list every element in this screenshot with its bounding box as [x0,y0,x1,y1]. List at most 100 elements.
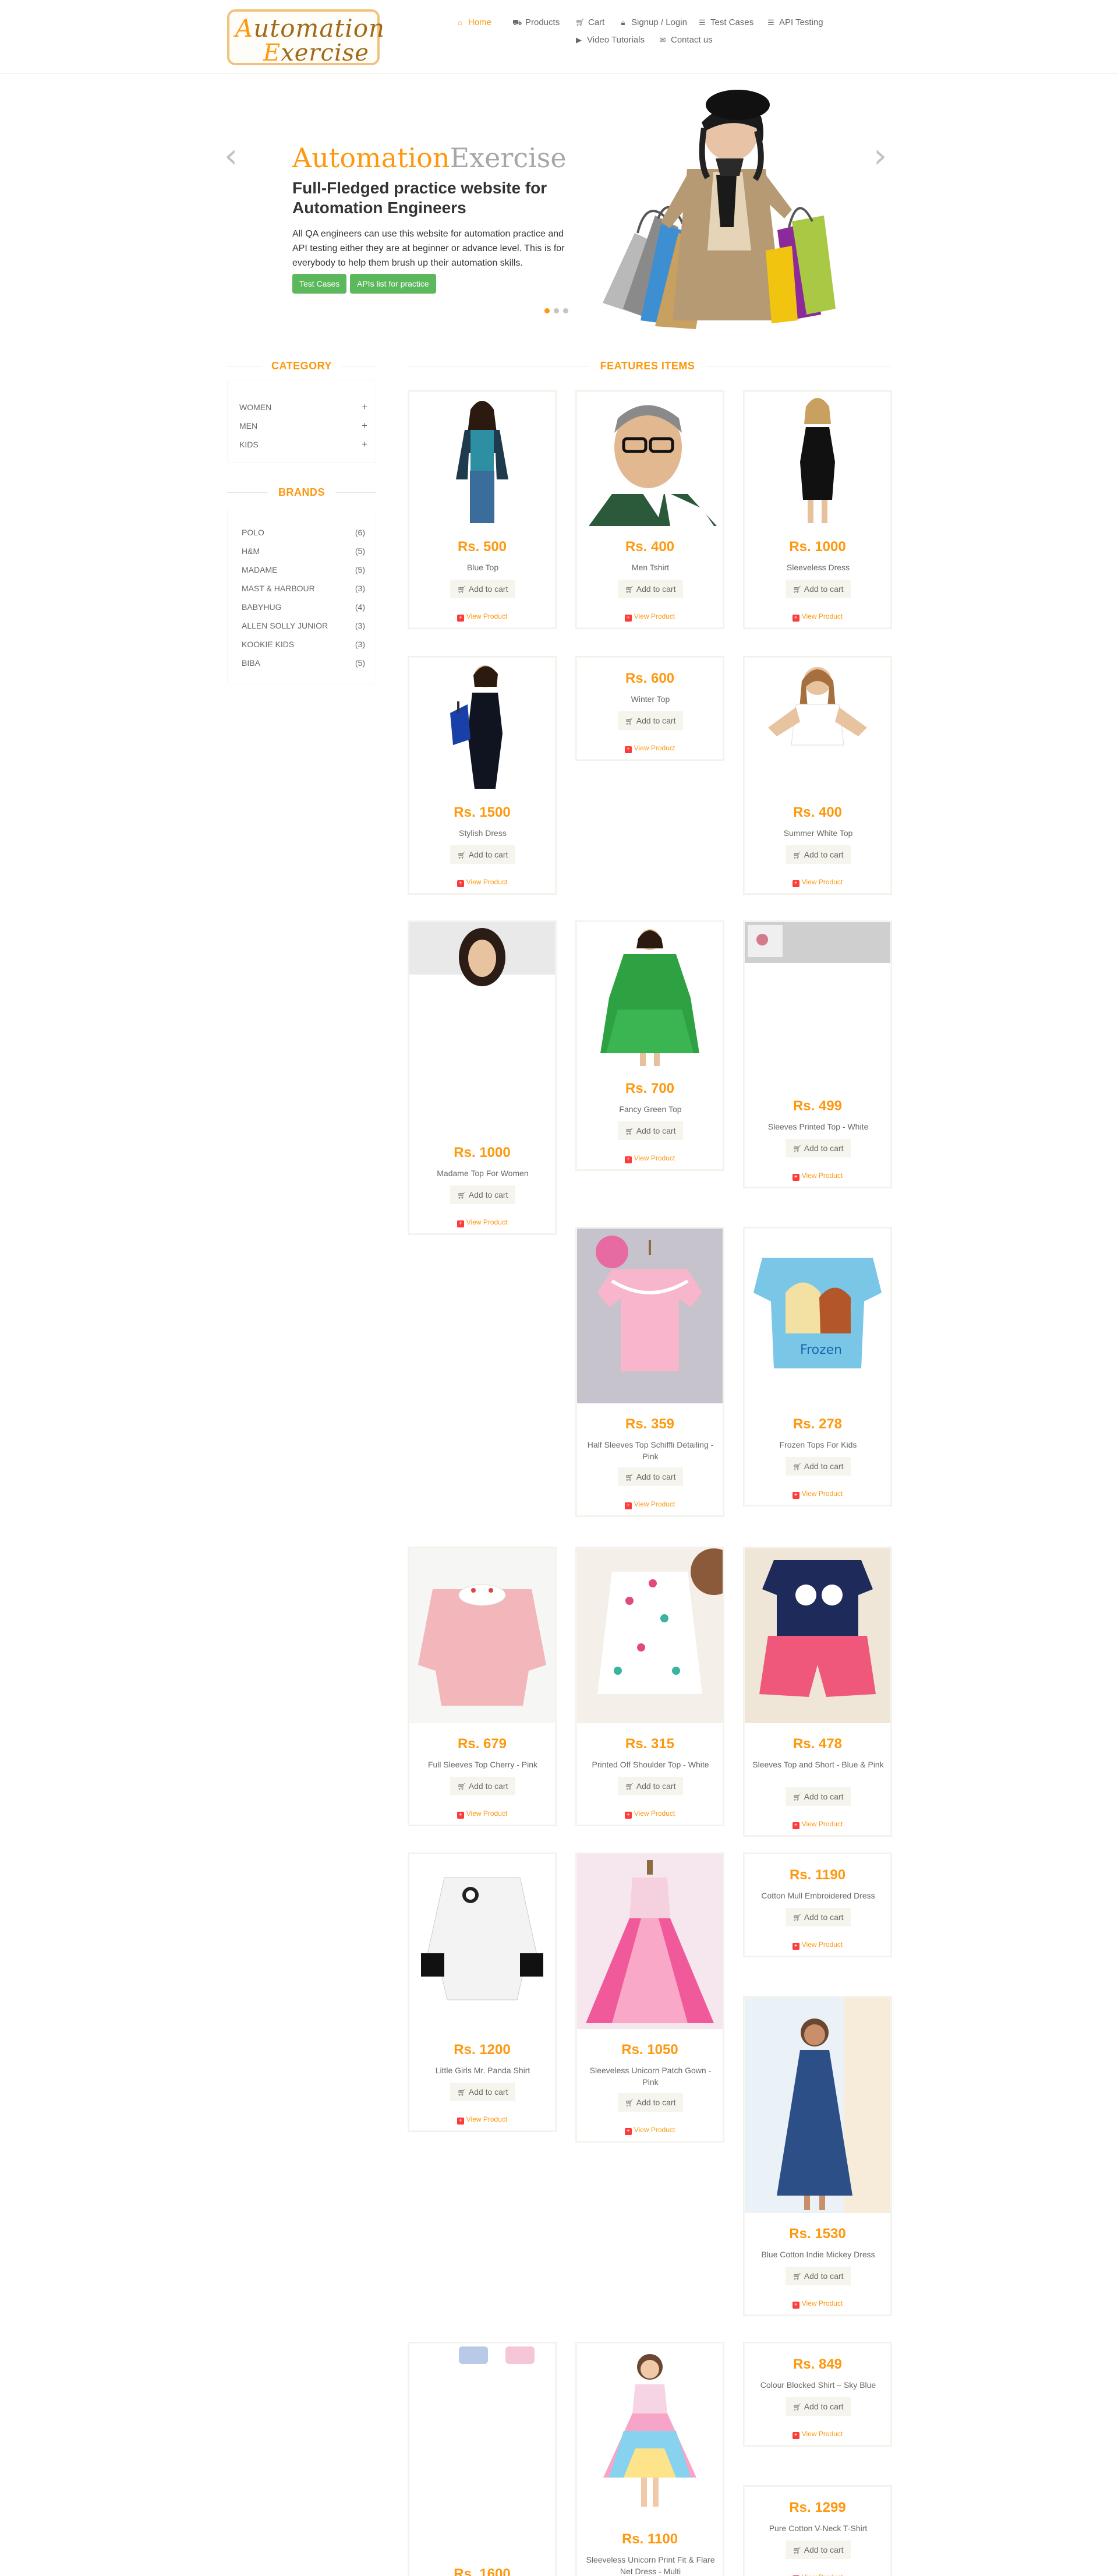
brand-babyhug[interactable]: BABYHUG (4) [242,602,365,612]
list-icon: ☰ [767,18,774,27]
product-name: Summer White Top [783,828,853,838]
view-product-link[interactable]: +View Product [409,878,555,887]
view-product-link[interactable]: +View Product [409,1218,555,1227]
add-to-cart-button[interactable]: 🛒︎ Add to cart [450,845,515,864]
add-to-cart-button[interactable]: 🛒︎ Add to cart [786,1908,851,1926]
category-kids[interactable]: KIDS + [239,439,367,450]
view-product-link[interactable]: +View Product [745,878,890,887]
view-product-link[interactable]: +View Product [745,1940,890,1950]
nav-api-testing[interactable]: ☰ API Testing [766,17,823,27]
nav-cart[interactable]: 🛒︎ Cart [575,17,604,27]
apis-list-button[interactable]: APIs list for practice [350,274,436,294]
product-image [577,922,723,1068]
slider-prev-arrow[interactable]: ‹ [224,139,238,172]
product-card: Rs. 1100 Sleeveless Unicorn Print Fit & F… [576,2343,723,2576]
category-women[interactable]: WOMEN + [239,401,367,413]
plus-square-icon: + [792,1943,799,1950]
brand-biba[interactable]: BIBA (5) [242,658,365,668]
view-product-link[interactable]: +View Product [745,1820,890,1829]
view-product-link[interactable]: +View Product [745,2299,890,2309]
product-name: Sleeves Top and Short - Blue & Pink [752,1760,884,1769]
view-product-link[interactable]: +View Product [745,1171,890,1181]
add-to-cart-button[interactable]: 🛒︎ Add to cart [618,711,683,730]
view-product-link[interactable]: +View Product [409,612,555,622]
add-to-cart-button[interactable]: 🛒︎ Add to cart [618,1467,683,1486]
product-price: Rs. 478 [792,1736,843,1752]
add-to-cart-button[interactable]: 🛒︎ Add to cart [786,580,851,598]
add-to-cart-button[interactable]: 🛒︎ Add to cart [618,1121,683,1140]
slider-dot[interactable] [563,308,568,313]
add-to-cart-button[interactable]: 🛒︎ Add to cart [618,2093,683,2112]
view-product-link[interactable]: +View Product [577,2126,723,2135]
plus-icon[interactable]: + [362,420,367,432]
product-card: Rs. 1050 Sleeveless Unicorn Patch Gown - … [576,1854,723,2141]
cart-icon: 🛒︎ [792,2546,802,2554]
brand-allen-solly-junior[interactable]: ALLEN SOLLY JUNIOR (3) [242,621,365,630]
test-cases-button[interactable]: Test Cases [292,274,347,294]
cart-icon: 🛒︎ [625,1783,634,1791]
add-to-cart-button[interactable]: 🛒︎ Add to cart [450,1777,515,1795]
category-men[interactable]: MEN + [239,420,367,432]
cart-icon: 🛒︎ [792,2272,802,2281]
product-price: Rs. 1050 [621,2042,678,2058]
view-product-link[interactable]: +View Product [409,2115,555,2125]
view-product-link[interactable]: +View Product [745,612,890,622]
product-image [577,2344,723,2518]
product-image: Frozen [745,1229,890,1403]
view-product-link[interactable]: +View Product [745,1490,890,1499]
slider-dot[interactable] [554,308,559,313]
plus-icon[interactable]: + [362,401,367,413]
add-to-cart-button[interactable]: 🛒︎ Add to cart [786,2397,851,2416]
product-price: Rs. 1500 [454,804,511,820]
add-to-cart-button[interactable]: 🛒︎ Add to cart [786,2540,851,2559]
add-to-cart-button[interactable]: 🛒︎ Add to cart [618,580,683,598]
product-price: Rs. 1190 [789,1867,846,1883]
brand-hm[interactable]: H&M (5) [242,546,365,556]
logo-text: xercise [281,40,369,66]
features-items-title: FEATURES ITEMS [600,360,695,372]
nav-test-cases[interactable]: ☰ Test Cases [698,17,753,27]
product-name: Sleeveless Unicorn Print Fit & Flare Net… [586,2555,715,2576]
nav-contact-us[interactable]: ✉ Contact us [658,35,713,45]
view-product-link[interactable]: +View Product [577,1500,723,1509]
brand-mast-harbour[interactable]: MAST & HARBOUR (3) [242,584,365,593]
product-name: Stylish Dress [459,828,507,838]
nav-home[interactable]: ⌂ Home [455,17,491,27]
view-product-link[interactable]: +View Product [577,1809,723,1819]
view-product-link[interactable]: +View Product [577,612,723,622]
add-to-cart-button[interactable]: 🛒︎ Add to cart [786,845,851,864]
list-icon: ☰ [699,18,706,27]
add-to-cart-button[interactable]: 🛒︎ Add to cart [786,2267,851,2285]
add-to-cart-button[interactable]: 🛒︎ Add to cart [618,1777,683,1795]
view-product-link[interactable]: +View Product [577,744,723,753]
nav-products[interactable]: ⛟ Products [512,17,560,29]
view-product-link[interactable]: +View Product [409,1809,555,1819]
view-product-link[interactable]: +View Product [577,1154,723,1163]
slider-dot[interactable] [544,308,550,313]
product-price: Rs. 1530 [789,2226,846,2242]
add-to-cart-button[interactable]: 🛒︎ Add to cart [450,580,515,598]
brand-kookie-kids[interactable]: KOOKIE KIDS (3) [242,640,365,649]
brand-part-1: Automation [292,142,450,174]
product-name: Pure Cotton V-Neck T-Shirt [769,2524,868,2533]
cart-icon: 🛒︎ [792,1914,802,1922]
product-image [745,1548,890,1723]
add-to-cart-button[interactable]: 🛒︎ Add to cart [786,1787,851,1806]
add-to-cart-button[interactable]: 🛒︎ Add to cart [450,2083,515,2101]
product-name: Frozen Tops For Kids [779,1440,857,1449]
plus-icon[interactable]: + [362,439,367,450]
add-to-cart-button[interactable]: 🛒︎ Add to cart [786,1139,851,1158]
product-name: Madame Top For Women [437,1169,529,1178]
view-product-link[interactable]: +View Product [745,2430,890,2439]
plus-square-icon: + [792,1822,799,1829]
site-logo[interactable]: Automation Exercise [227,9,384,66]
add-to-cart-button[interactable]: 🛒︎ Add to cart [450,1185,515,1204]
brand-madame[interactable]: MADAME (5) [242,565,365,574]
add-to-cart-button[interactable]: 🛒︎ Add to cart [786,1457,851,1476]
brand-polo[interactable]: POLO (6) [242,528,365,537]
nav-signup-login[interactable]: 🔒︎ Signup / Login [618,17,687,27]
view-product-link[interactable]: +View Product [745,2573,890,2576]
product-name: Sleeveless Unicorn Patch Gown - Pink [589,2066,712,2087]
product-name: Sleeveless Dress [786,563,850,572]
nav-video-tutorials[interactable]: ▶ Video Tutorials [574,35,645,45]
